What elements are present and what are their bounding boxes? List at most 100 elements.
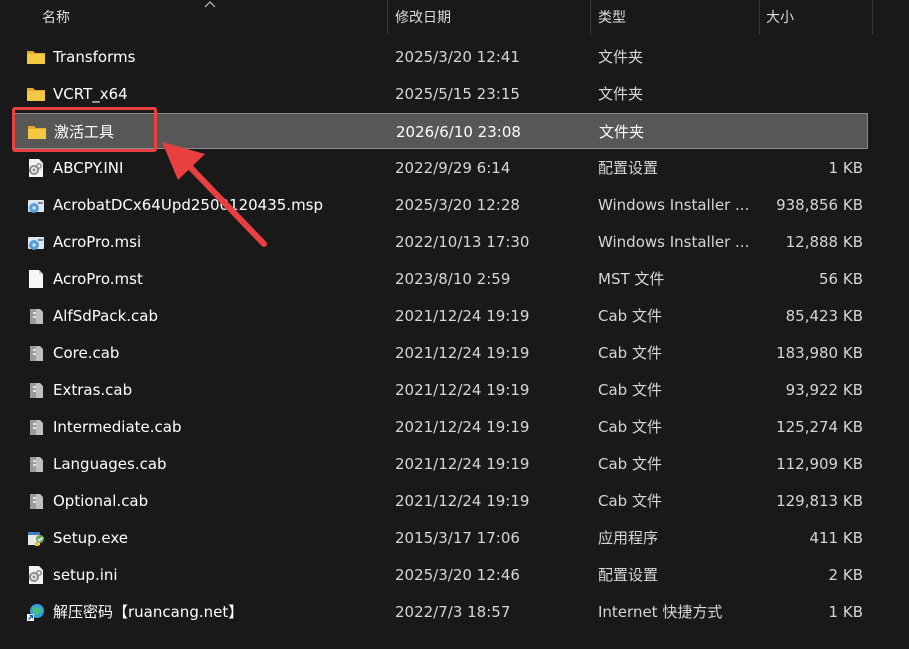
- file-row[interactable]: AlfSdPack.cab 2021/12/24 19:19 Cab 文件 85,42…: [12, 298, 868, 334]
- file-modified-date: 2022/7/3 18:57: [395, 603, 511, 621]
- file-modified-date: 2025/3/20 12:46: [395, 566, 520, 584]
- file-row[interactable]: Transforms 2025/3/20 12:41 文件夹: [12, 39, 868, 75]
- file-row[interactable]: AcroPro.mst 2023/8/10 2:59 MST 文件 56 KB: [12, 261, 868, 297]
- column-header-type[interactable]: 类型: [591, 0, 759, 34]
- cabinet-file-icon: [26, 306, 46, 326]
- column-header-type-label: 类型: [598, 10, 626, 26]
- installer-package-icon: [26, 232, 46, 252]
- file-modified-date: 2021/12/24 19:19: [395, 418, 530, 436]
- file-name: AcrobatDCx64Upd2500120435.msp: [53, 196, 324, 214]
- file-modified-date: 2026/6/10 23:08: [396, 123, 521, 141]
- file-row[interactable]: 解压密码【ruancang.net】 2022/7/3 18:57 Internet…: [12, 594, 868, 630]
- file-row[interactable]: Intermediate.cab 2021/12/24 19:19 Cab 文件 12…: [12, 409, 868, 445]
- sort-ascending-icon: [204, 0, 216, 8]
- file-name: Optional.cab: [53, 492, 149, 510]
- column-header-name-label: 名称: [42, 10, 70, 26]
- file-row[interactable]: Core.cab 2021/12/24 19:19 Cab 文件 183,980 KB: [12, 335, 868, 371]
- file-size: 1 KB: [828, 603, 863, 621]
- file-name: 解压密码【ruancang.net】: [53, 603, 244, 621]
- file-modified-date: 2022/9/29 6:14: [395, 159, 511, 177]
- file-size: 93,922 KB: [785, 381, 863, 399]
- file-row[interactable]: ABCPY.INI 2022/9/29 6:14 配置设置 1 KB: [12, 150, 868, 186]
- file-name: Extras.cab: [53, 381, 133, 399]
- file-type: Cab 文件: [598, 381, 662, 399]
- column-header-bar: 名称 修改日期 类型 大小: [0, 0, 909, 34]
- file-row[interactable]: AcroPro.msi 2022/10/13 17:30 Windows Insta…: [12, 224, 868, 260]
- blank-file-icon: [26, 269, 46, 289]
- file-row[interactable]: AcrobatDCx64Upd2500120435.msp 2025/3/20 1…: [12, 187, 868, 223]
- file-name: ABCPY.INI: [53, 159, 124, 177]
- file-type: MST 文件: [598, 270, 665, 288]
- column-header-size[interactable]: 大小: [760, 0, 872, 34]
- column-header-name[interactable]: 名称: [0, 0, 387, 34]
- file-size: 938,856 KB: [776, 196, 863, 214]
- file-modified-date: 2021/12/24 19:19: [395, 344, 530, 362]
- cabinet-file-icon: [26, 491, 46, 511]
- file-type: 文件夹: [598, 48, 644, 66]
- file-type: Cab 文件: [598, 492, 662, 510]
- file-type: 文件夹: [599, 123, 645, 141]
- file-modified-date: 2022/10/13 17:30: [395, 233, 530, 251]
- file-type: Internet 快捷方式: [598, 603, 723, 621]
- file-size: 1 KB: [828, 159, 863, 177]
- file-size: 56 KB: [819, 270, 863, 288]
- file-type: 配置设置: [598, 566, 659, 584]
- file-modified-date: 2021/12/24 19:19: [395, 455, 530, 473]
- file-name: Intermediate.cab: [53, 418, 182, 436]
- file-size: [753, 114, 864, 150]
- file-row[interactable]: Setup.exe 2015/3/17 17:06 应用程序 411 KB: [12, 520, 868, 556]
- folder-icon: [26, 84, 46, 104]
- file-explorer-list: 名称 修改日期 类型 大小 Transforms 2025/3/20 12:41 文…: [0, 0, 909, 649]
- file-name: Core.cab: [53, 344, 120, 362]
- file-type: 文件夹: [598, 85, 644, 103]
- file-modified-date: 2021/12/24 19:19: [395, 381, 530, 399]
- file-row[interactable]: setup.ini 2025/3/20 12:46 配置设置 2 KB: [12, 557, 868, 593]
- internet-shortcut-icon: [26, 602, 46, 622]
- file-type: Cab 文件: [598, 418, 662, 436]
- file-type: 应用程序: [598, 529, 659, 547]
- highlight-annotation-box: [12, 107, 157, 152]
- file-row[interactable]: Extras.cab 2021/12/24 19:19 Cab 文件 93,922 K…: [12, 372, 868, 408]
- column-header-date-label: 修改日期: [395, 10, 451, 26]
- cabinet-file-icon: [26, 343, 46, 363]
- file-modified-date: 2025/5/15 23:15: [395, 85, 520, 103]
- file-type: Windows Installer ...: [598, 196, 748, 214]
- file-modified-date: 2025/3/20 12:28: [395, 196, 520, 214]
- file-type: Windows Installer ...: [598, 233, 748, 251]
- cabinet-file-icon: [26, 380, 46, 400]
- config-file-icon: [26, 565, 46, 585]
- file-size: [752, 76, 863, 112]
- file-size: [752, 39, 863, 75]
- file-type: Cab 文件: [598, 455, 662, 473]
- column-header-size-label: 大小: [766, 10, 794, 26]
- file-size: 12,888 KB: [785, 233, 863, 251]
- file-size: 183,980 KB: [776, 344, 863, 362]
- file-modified-date: 2021/12/24 19:19: [395, 307, 530, 325]
- file-type: 配置设置: [598, 159, 659, 177]
- file-name: AcroPro.msi: [53, 233, 142, 251]
- file-row[interactable]: Optional.cab 2021/12/24 19:19 Cab 文件 129,81…: [12, 483, 868, 519]
- file-type: Cab 文件: [598, 344, 662, 362]
- column-divider[interactable]: [872, 0, 873, 34]
- file-modified-date: 2023/8/10 2:59: [395, 270, 511, 288]
- file-name: Languages.cab: [53, 455, 167, 473]
- file-modified-date: 2015/3/17 17:06: [395, 529, 520, 547]
- file-row[interactable]: Languages.cab 2021/12/24 19:19 Cab 文件 112,9…: [12, 446, 868, 482]
- file-name: setup.ini: [53, 566, 118, 584]
- file-size: 411 KB: [809, 529, 863, 547]
- file-name: Setup.exe: [53, 529, 129, 547]
- file-size: 112,909 KB: [776, 455, 863, 473]
- file-size: 125,274 KB: [776, 418, 863, 436]
- file-modified-date: 2025/3/20 12:41: [395, 48, 520, 66]
- file-name: AlfSdPack.cab: [53, 307, 158, 325]
- file-type: Cab 文件: [598, 307, 662, 325]
- config-file-icon: [26, 158, 46, 178]
- file-name: Transforms: [53, 48, 136, 66]
- file-size: 129,813 KB: [776, 492, 863, 510]
- cabinet-file-icon: [26, 454, 46, 474]
- file-modified-date: 2021/12/24 19:19: [395, 492, 530, 510]
- column-header-date[interactable]: 修改日期: [388, 0, 590, 34]
- file-name: AcroPro.mst: [53, 270, 143, 288]
- folder-icon: [26, 47, 46, 67]
- file-size: 2 KB: [828, 566, 863, 584]
